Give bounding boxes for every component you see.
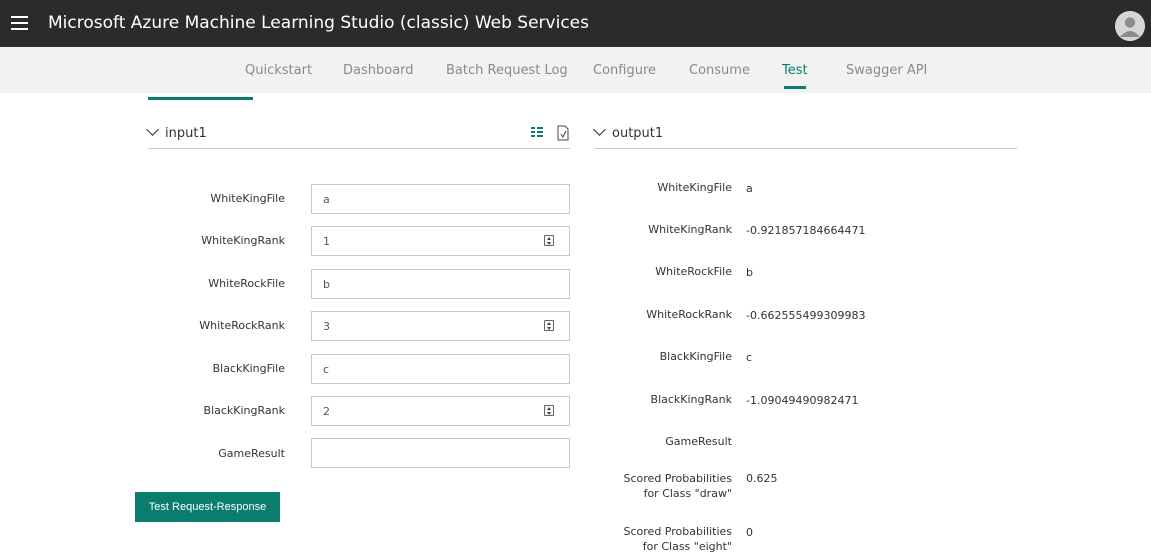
output-label: GameResult (665, 435, 732, 448)
field-label: BlackKingRank (203, 404, 285, 417)
output-label: WhiteKingRank (648, 223, 732, 236)
tab-batch-request-log[interactable]: Batch Request Log (446, 62, 568, 80)
output-label: Scored Probabilities for Class "eight" (595, 524, 732, 554)
field-label: WhiteRockRank (199, 319, 285, 332)
output-value: -0.921857184664471 (746, 224, 866, 237)
spin-stepper-icon[interactable] (544, 320, 554, 331)
chevron-down-icon (593, 123, 606, 136)
field-label: WhiteRockFile (208, 277, 285, 290)
output-label: WhiteKingFile (657, 181, 732, 194)
white-king-rank-input[interactable] (311, 226, 570, 256)
nav-bar: Quickstart Dashboard Batch Request Log C… (0, 47, 1151, 93)
tab-swagger-api[interactable]: Swagger API (846, 62, 927, 80)
csv-icon[interactable] (556, 125, 570, 141)
output-label-line: for Class "draw" (643, 487, 732, 500)
black-king-rank-input[interactable] (311, 396, 570, 426)
input-section-toggle[interactable]: input1 (146, 123, 207, 148)
field-label: BlackKingFile (212, 362, 285, 375)
output-label: BlackKingRank (650, 393, 732, 406)
output-value: b (746, 266, 753, 279)
field-label: WhiteKingFile (210, 192, 285, 205)
output-label-line: Scored Probabilities (623, 472, 732, 485)
list-view-icon[interactable] (530, 125, 544, 141)
output-label: BlackKingFile (659, 350, 732, 363)
output-value: -1.09049490982471 (746, 394, 859, 407)
field-label: GameResult (218, 447, 285, 460)
output-label: WhiteRockRank (646, 308, 732, 321)
subtab-indicator (148, 97, 253, 100)
top-bar: Microsoft Azure Machine Learning Studio … (0, 0, 1151, 47)
tab-consume[interactable]: Consume (689, 62, 750, 80)
output-header-divider (595, 148, 1017, 149)
field-label: WhiteKingRank (201, 234, 285, 247)
input-section-title: input1 (165, 126, 207, 141)
app-title: Microsoft Azure Machine Learning Studio … (48, 13, 589, 33)
game-result-input[interactable] (311, 438, 570, 468)
tab-configure[interactable]: Configure (593, 62, 656, 80)
output-label-line: for Class "eight" (642, 540, 732, 553)
output-section-title: output1 (612, 126, 664, 141)
output-label-line: Scored Probabilities (623, 525, 732, 538)
spin-stepper-icon[interactable] (544, 235, 554, 246)
test-request-response-button[interactable]: Test Request-Response (135, 492, 280, 522)
tab-test[interactable]: Test (782, 62, 808, 80)
black-king-file-input[interactable] (311, 354, 570, 384)
output-value: 0 (746, 526, 753, 539)
output-section-toggle[interactable]: output1 (593, 123, 664, 148)
output-value: 0.625 (746, 472, 778, 485)
spin-stepper-icon[interactable] (544, 405, 554, 416)
output-value: c (746, 351, 753, 364)
output-label: Scored Probabilities for Class "draw" (595, 471, 732, 501)
tab-dashboard[interactable]: Dashboard (343, 62, 414, 80)
output-value: -0.662555499309983 (746, 309, 866, 322)
white-rock-file-input[interactable] (311, 269, 570, 299)
chevron-down-icon (146, 123, 159, 136)
output-label: WhiteRockFile (655, 265, 732, 278)
avatar-icon[interactable] (1115, 11, 1145, 41)
tab-quickstart[interactable]: Quickstart (245, 62, 312, 80)
input-header-divider (148, 148, 570, 149)
output-value: a (746, 182, 753, 195)
white-king-file-input[interactable] (311, 184, 570, 214)
hamburger-icon[interactable] (11, 16, 28, 30)
white-rock-rank-input[interactable] (311, 311, 570, 341)
active-tab-indicator (784, 86, 806, 89)
